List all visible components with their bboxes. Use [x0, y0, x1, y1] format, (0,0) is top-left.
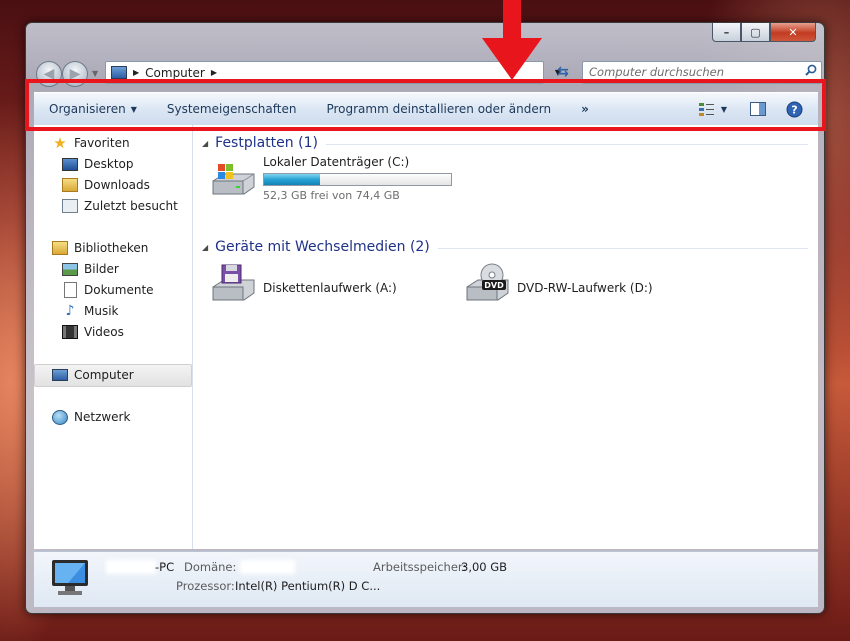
- group-divider: [437, 248, 808, 249]
- refresh-icon: ⇆: [557, 63, 569, 80]
- drive-a[interactable]: Diskettenlaufwerk (A:): [210, 263, 397, 307]
- drive-c-free-space: 52,3 GB frei von 74,4 GB: [263, 189, 400, 202]
- group-title: Festplatten (1): [215, 135, 318, 151]
- pictures-icon: [62, 262, 78, 276]
- nav-documents[interactable]: Dokumente: [62, 280, 154, 300]
- close-button[interactable]: ✕: [770, 23, 816, 42]
- pc-name: -PC: [155, 560, 175, 574]
- nav-libraries[interactable]: Bibliotheken: [52, 238, 148, 258]
- network-icon: [52, 409, 68, 425]
- drive-a-label: Diskettenlaufwerk (A:): [263, 281, 397, 295]
- maximize-button[interactable]: ▢: [741, 23, 770, 42]
- group-title: Geräte mit Wechselmedien (2): [215, 239, 430, 255]
- navigation-pane: ★ Favoriten Desktop Downloads Zuletzt bes…: [34, 125, 193, 549]
- computer-monitor-icon: [52, 560, 88, 595]
- desktop-icon: [62, 157, 78, 171]
- floppy-drive-icon: [212, 264, 255, 301]
- memory-label: Arbeitsspeicher:: [373, 560, 467, 574]
- search-icon[interactable]: [805, 64, 817, 76]
- caption-buttons: – ▢ ✕: [712, 23, 816, 42]
- libraries-icon: [52, 241, 68, 255]
- nav-favorites[interactable]: ★ Favoriten: [52, 133, 129, 153]
- dvd-drive-icon: DVD: [466, 263, 509, 301]
- computer-icon: [111, 66, 127, 79]
- nav-pictures[interactable]: Bilder: [62, 259, 119, 279]
- group-removable-devices[interactable]: ◢ Geräte mit Wechselmedien (2): [202, 237, 808, 257]
- recent-pages-dropdown[interactable]: ▼: [92, 69, 98, 78]
- drive-c[interactable]: Lokaler Datenträger (C:) 52,3 GB frei vo…: [210, 155, 452, 202]
- dvd-badge: DVD: [484, 281, 504, 290]
- nav-desktop[interactable]: Desktop: [62, 154, 134, 174]
- star-icon: ★: [53, 134, 67, 152]
- documents-icon: [62, 282, 78, 298]
- drive-list: ◢ Festplatten (1) Lokaler Datenträger (C…: [194, 125, 818, 549]
- music-note-icon: ♪: [65, 303, 75, 319]
- highlight-box: [25, 79, 826, 131]
- drive-d[interactable]: DVD DVD-RW-Laufwerk (D:): [464, 263, 653, 307]
- breadcrumb-chevron-icon[interactable]: ▶: [211, 68, 217, 77]
- nav-downloads[interactable]: Downloads: [62, 175, 150, 195]
- nav-network[interactable]: Netzwerk: [52, 407, 130, 427]
- cpu-label: Prozessor:: [176, 579, 235, 593]
- cpu-value: Intel(R) Pentium(R) D C...: [235, 579, 381, 593]
- redacted-domain: [240, 560, 295, 574]
- nav-music[interactable]: ♪ Musik: [62, 301, 119, 321]
- hard-drive-icon: [212, 164, 255, 195]
- collapse-group-icon: ◢: [202, 242, 209, 252]
- nav-recent-places[interactable]: Zuletzt besucht: [62, 196, 178, 216]
- memory-value: 3,00 GB: [461, 560, 508, 574]
- annotation-arrow-icon: [482, 0, 542, 80]
- group-hard-drives[interactable]: ◢ Festplatten (1): [202, 133, 808, 153]
- group-divider: [325, 144, 808, 145]
- recent-places-icon: [62, 199, 78, 213]
- minimize-button[interactable]: –: [712, 23, 741, 42]
- breadcrumb-computer[interactable]: Computer: [145, 66, 205, 80]
- redacted-pc-name: [106, 560, 156, 574]
- drive-c-label: Lokaler Datenträger (C:): [263, 155, 410, 169]
- computer-icon: [52, 368, 68, 382]
- film-icon: [62, 325, 78, 339]
- nav-videos[interactable]: Videos: [62, 322, 124, 342]
- drive-c-usage-fill: [264, 174, 320, 185]
- details-pane: -PC Domäne: Arbeitsspeicher: 3,00 GB Pro…: [34, 551, 818, 607]
- drive-d-label: DVD-RW-Laufwerk (D:): [517, 281, 653, 295]
- domain-label: Domäne:: [184, 560, 237, 574]
- breadcrumb-separator-icon[interactable]: ▶: [133, 68, 139, 77]
- drive-c-usage-bar: [263, 173, 452, 186]
- content-area: ★ Favoriten Desktop Downloads Zuletzt bes…: [34, 125, 818, 549]
- nav-computer[interactable]: Computer: [52, 365, 134, 385]
- collapse-group-icon: ◢: [202, 138, 209, 148]
- downloads-folder-icon: [62, 178, 78, 192]
